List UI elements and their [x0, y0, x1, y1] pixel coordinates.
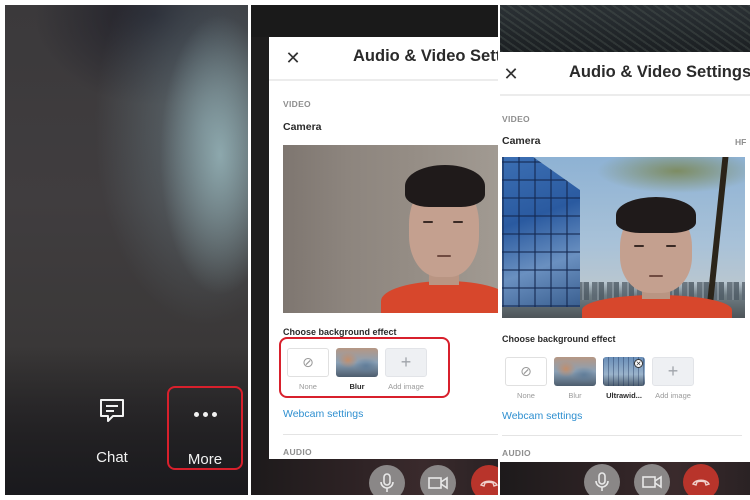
webcam-settings-link[interactable]: Webcam settings — [502, 410, 582, 422]
effect-ultrawide[interactable]: ✕ Ultrawid... — [603, 357, 645, 400]
close-icon[interactable]: ✕ — [284, 49, 302, 67]
camera-label: Camera — [502, 135, 541, 147]
sheet-title: Audio & Video Settings — [353, 47, 498, 65]
more-label: More — [187, 451, 223, 468]
chat-button[interactable]: Chat — [75, 385, 149, 469]
sheet-header: ✕ Audio & Video Settings — [500, 52, 750, 96]
settings-sheet: ✕ Audio & Video Settings VIDEO Camera HF… — [500, 52, 750, 462]
video-section-label: VIDEO — [283, 99, 311, 109]
effect-blur[interactable]: Blur — [554, 357, 596, 400]
choose-background-label: Choose background effect — [283, 327, 397, 337]
hang-up-icon — [692, 479, 710, 486]
sheet-title: Audio & Video Settings — [569, 63, 750, 81]
more-button[interactable]: More — [167, 386, 243, 470]
ultrawide-thumbnail: ✕ — [603, 357, 645, 386]
video-camera-icon — [642, 475, 662, 489]
person-silhouette — [381, 163, 498, 313]
choose-background-label: Choose background effect — [502, 334, 616, 344]
chat-bubble-icon — [98, 391, 126, 431]
call-view-panel: Chat More — [5, 5, 248, 495]
effect-label: Ultrawid... — [606, 391, 642, 400]
webcam-settings-link[interactable]: Webcam settings — [283, 408, 363, 420]
settings-panel-blur: ✕ Audio & Video Settings VIDEO Camera Ch… — [251, 5, 498, 495]
glass-building — [502, 157, 580, 307]
remove-icon[interactable]: ✕ — [634, 359, 643, 368]
blur-thumbnail — [554, 357, 596, 386]
microphone-icon — [595, 472, 609, 491]
camera-button[interactable] — [634, 464, 670, 495]
plus-icon: + — [652, 357, 694, 386]
video-background — [251, 5, 498, 37]
hang-up-icon — [480, 480, 498, 487]
camera-label: Camera — [283, 121, 322, 133]
none-icon: ⊘ — [505, 357, 547, 386]
video-camera-icon — [428, 476, 448, 490]
effect-label: None — [517, 391, 535, 400]
camera-preview — [283, 145, 498, 313]
background-effects-list: ⊘ None Blur ✕ Ultrawid... + Add image — [505, 357, 694, 400]
effect-none[interactable]: ⊘ None — [505, 357, 547, 400]
camera-preview — [502, 157, 745, 318]
chat-label: Chat — [96, 449, 128, 466]
audio-section-label: AUDIO — [502, 448, 531, 458]
effects-highlight-box — [279, 337, 450, 398]
settings-panel-ultrawide: ✕ Audio & Video Settings VIDEO Camera HF… — [500, 5, 750, 495]
person-silhouette — [582, 197, 732, 318]
effect-label: Blur — [568, 391, 582, 400]
effect-add-image[interactable]: + Add image — [652, 357, 694, 400]
effect-label: Add image — [655, 391, 691, 400]
divider — [283, 434, 498, 435]
hangup-button[interactable] — [683, 464, 719, 495]
sheet-header: ✕ Audio & Video Settings — [269, 37, 498, 81]
close-icon[interactable]: ✕ — [502, 65, 520, 83]
divider — [502, 435, 742, 436]
more-dots-icon — [193, 394, 217, 434]
camera-quality-value: HF — [735, 137, 747, 147]
video-background — [500, 5, 750, 52]
mic-button[interactable] — [584, 464, 620, 495]
video-section-label: VIDEO — [502, 114, 530, 124]
audio-section-label: AUDIO — [283, 447, 312, 457]
microphone-icon — [380, 473, 394, 492]
camera-button[interactable] — [420, 465, 456, 495]
mic-button[interactable] — [369, 465, 405, 495]
